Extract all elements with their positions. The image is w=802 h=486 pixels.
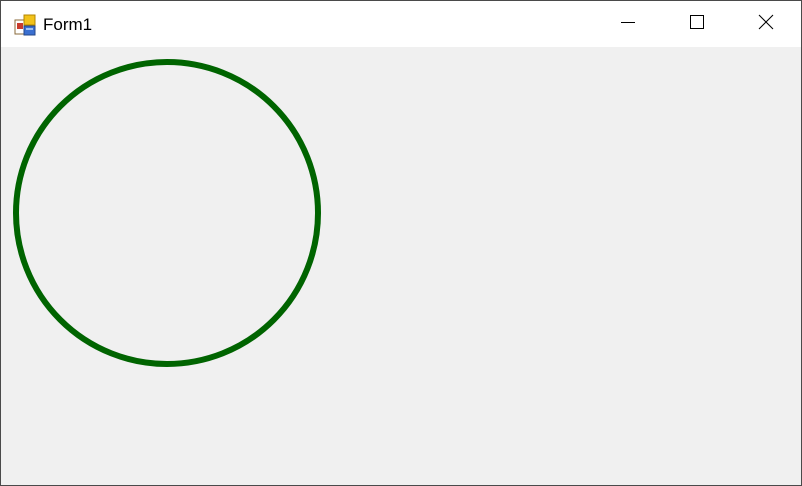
green-circle [13, 59, 321, 367]
maximize-button[interactable] [662, 1, 731, 47]
app-icon [14, 14, 36, 36]
drawing-canvas [13, 59, 321, 367]
form-client-area[interactable] [1, 47, 801, 485]
maximize-icon [689, 14, 705, 35]
close-button[interactable] [731, 1, 800, 47]
window-title: Form1 [43, 15, 93, 34]
close-icon [758, 14, 774, 35]
minimize-button[interactable] [593, 1, 662, 47]
minimize-icon [620, 14, 636, 35]
form-window: Form1 [0, 0, 802, 486]
title-bar[interactable]: Form1 [1, 1, 801, 47]
